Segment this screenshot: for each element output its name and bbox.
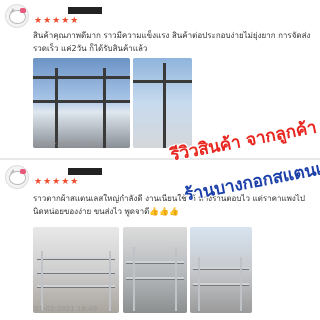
rail-bar [37,257,115,259]
redacted-username [68,168,102,175]
rail-bar [37,271,115,273]
rail-post [163,63,166,148]
rail-post [175,247,177,311]
review-text: สินค้าคุณภาพดีมาก ราวมีความแข็งแรง สินค้… [33,31,311,53]
review-date: 06-03-2021 17:34 [34,140,98,148]
rail-bar [33,76,130,79]
rail-post [55,68,58,148]
rating-stars: ★★★★★ [34,16,80,26]
rail-post [133,247,135,311]
user-avatar[interactable] [5,4,29,28]
redacted-username [68,7,102,14]
review-photo[interactable] [33,58,130,148]
rail-bar [37,285,115,287]
review-text: ราวตากผ้าสแตนเลสใหญ่กำลังดี งานเนียนใช้ไ… [33,194,305,216]
bow-icon [20,8,26,13]
rail-post [198,257,200,311]
review-date: 01-02-2021 18:49 [34,305,98,313]
rail-post [41,251,43,311]
rail-post [103,68,106,148]
bow-icon [20,169,26,174]
review-photo[interactable] [190,227,252,313]
review-photo[interactable] [33,227,119,313]
review-photo[interactable] [133,58,192,148]
rating-stars: ★★★★★ [34,177,80,187]
user-avatar[interactable] [5,165,29,189]
rail-post [109,251,111,311]
rail-bar [33,100,130,103]
rail-post [240,257,242,311]
review-photo[interactable] [123,227,187,313]
